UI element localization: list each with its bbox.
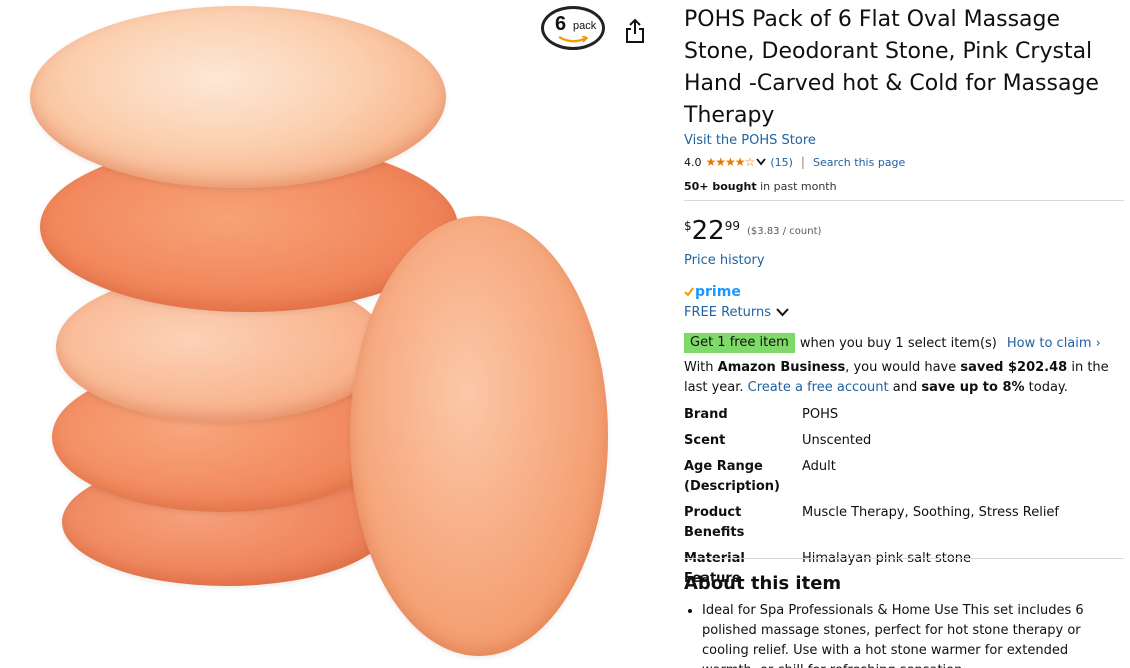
spec-label: Brand <box>684 407 728 422</box>
search-page-link[interactable]: Search this page <box>813 156 905 169</box>
chevron-down-icon <box>776 308 789 317</box>
biz-text: today. <box>1024 380 1068 395</box>
star-empty-icon: ☆ <box>744 155 756 169</box>
star-icon: ★ <box>734 155 746 169</box>
prime-label: prime <box>695 284 741 300</box>
unit-price: ($3.83 / count) <box>747 226 822 237</box>
spec-value: POHS <box>802 407 839 422</box>
salt-stone-standing <box>350 216 608 656</box>
product-image[interactable]: 6 pack <box>0 0 672 668</box>
bought-count: 50+ bought in past month <box>684 180 837 193</box>
about-heading: About this item <box>684 573 842 594</box>
price-fraction: 99 <box>724 219 741 233</box>
spec-value: Muscle Therapy, Soothing, Stress Relief <box>802 505 1060 520</box>
spec-row: Scent Unscented <box>684 431 1124 457</box>
pack-count-badge: 6 pack <box>541 6 605 50</box>
spec-label: Age Range (Description) <box>684 459 780 494</box>
pack-count-number: 6 <box>555 13 567 35</box>
free-returns-label: FREE Returns <box>684 305 771 320</box>
spec-row: Age Range (Description) Adult <box>684 457 1124 503</box>
review-count-link[interactable]: (15) <box>770 156 793 169</box>
spec-value: Adult <box>802 459 836 474</box>
star-icon: ★ <box>705 155 717 169</box>
spec-value: Unscented <box>802 433 872 448</box>
star-icon: ★ <box>725 155 736 169</box>
spec-value: Himalayan pink salt stone <box>802 551 972 566</box>
price-symbol: $ <box>684 219 692 233</box>
prime-check-icon <box>684 287 694 297</box>
bought-period: in past month <box>756 180 837 193</box>
divider <box>684 200 1124 201</box>
product-specs: Brand POHS Scent Unscented Age Range (De… <box>684 405 1124 595</box>
price-block: $ 22 99 ($3.83 / count) <box>684 214 821 248</box>
star-rating[interactable]: ★ ★ ★ ★ ☆ <box>705 155 756 169</box>
store-link[interactable]: Visit the POHS Store <box>684 133 816 148</box>
bought-number: 50+ bought <box>684 180 757 193</box>
spec-label: Product Benefits <box>684 505 745 540</box>
rating-row: 4.0 ★ ★ ★ ★ ☆ (15) | Search this page <box>684 155 905 169</box>
promo-badge: Get 1 free item <box>684 333 795 353</box>
rating-value: 4.0 <box>684 155 702 169</box>
spec-row: Product Benefits Muscle Therapy, Soothin… <box>684 503 1124 549</box>
price-whole: 22 <box>691 216 725 246</box>
prime-badge: prime <box>684 284 741 300</box>
biz-text: and <box>888 380 922 395</box>
create-account-link[interactable]: Create a free account <box>748 380 889 395</box>
product-title: POHS Pack of 6 Flat Oval Massage Stone, … <box>684 7 1099 128</box>
star-icon: ★ <box>715 155 726 169</box>
smile-arrow-icon <box>558 36 588 43</box>
share-icon[interactable] <box>624 18 646 44</box>
salt-stone-1 <box>30 6 446 188</box>
about-bullets: Ideal for Spa Professionals & Home Use T… <box>684 601 1124 668</box>
biz-brand: Amazon Business <box>717 360 846 375</box>
biz-saved-amount: saved $202.48 <box>960 360 1068 375</box>
spec-row: Brand POHS <box>684 405 1124 431</box>
spec-label: Scent <box>684 433 726 448</box>
how-to-claim-link[interactable]: How to claim › <box>1007 336 1101 351</box>
free-returns-link[interactable]: FREE Returns <box>684 305 789 320</box>
biz-text: , you would have <box>845 360 961 375</box>
biz-save-percent: save up to 8% <box>921 380 1025 395</box>
biz-text: With <box>684 360 718 375</box>
promo-text: when you buy 1 select item(s) <box>799 335 997 351</box>
about-bullet: Ideal for Spa Professionals & Home Use T… <box>702 601 1124 668</box>
pack-count-word: pack <box>573 20 597 32</box>
chevron-down-icon[interactable] <box>756 158 767 166</box>
product-page: 6 pack POHS Pack of 6 Flat Oval Massage … <box>0 0 1130 668</box>
price-history-link[interactable]: Price history <box>684 253 765 268</box>
divider <box>684 558 1124 559</box>
business-savings: With Amazon Business, you would have sav… <box>684 358 1124 398</box>
separator: | <box>800 155 805 169</box>
promotion-row: Get 1 free item when you buy 1 select it… <box>684 333 1101 353</box>
